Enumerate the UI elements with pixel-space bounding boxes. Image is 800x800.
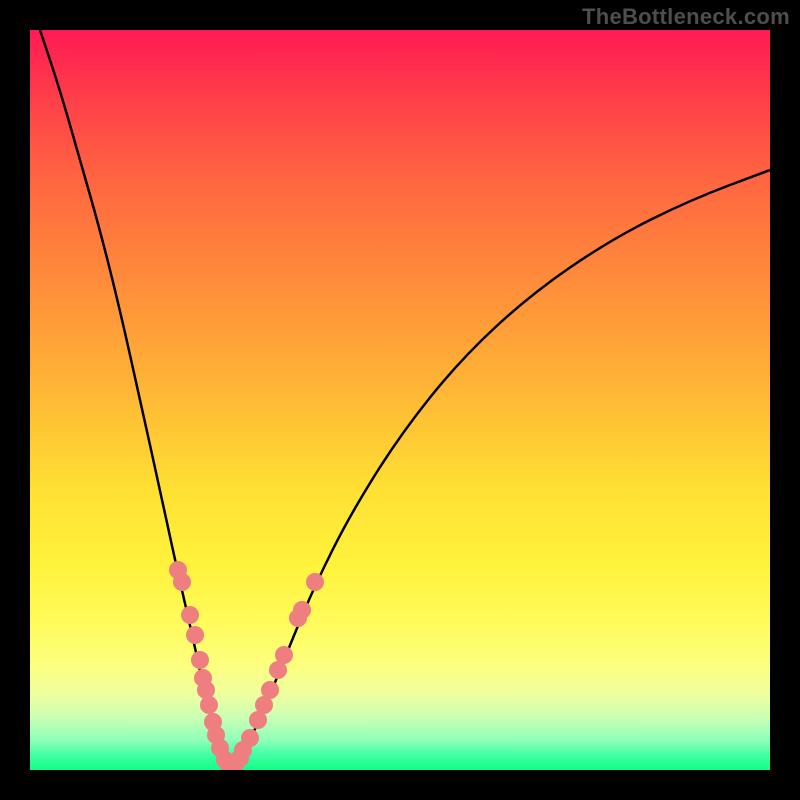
watermark-text: TheBottleneck.com (582, 4, 790, 30)
highlighted-dots (169, 561, 324, 770)
curve-layer (30, 30, 770, 770)
highlighted-dot (197, 681, 215, 699)
highlighted-dot (241, 729, 259, 747)
right-branch-curve (230, 170, 770, 770)
plot-area (30, 30, 770, 770)
highlighted-dot (186, 626, 204, 644)
highlighted-dot (293, 601, 311, 619)
highlighted-dot (306, 573, 324, 591)
highlighted-dot (181, 606, 199, 624)
chart-frame: TheBottleneck.com (0, 0, 800, 800)
highlighted-dot (191, 651, 209, 669)
highlighted-dot (261, 681, 279, 699)
highlighted-dot (275, 646, 293, 664)
highlighted-dot (173, 573, 191, 591)
highlighted-dot (200, 696, 218, 714)
